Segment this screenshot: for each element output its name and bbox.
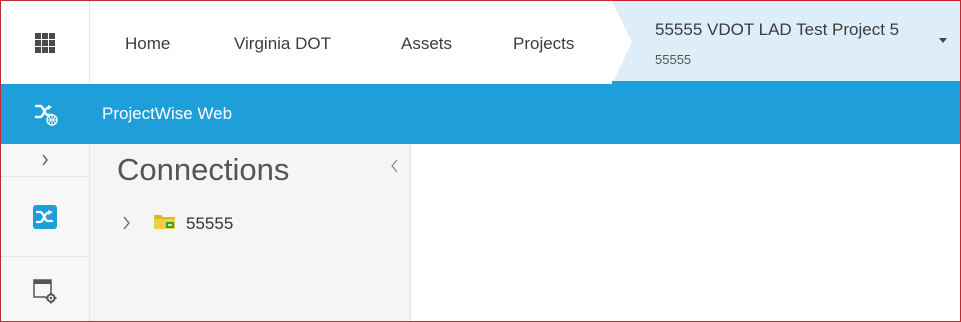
folder-icon xyxy=(154,215,175,229)
rail-window-settings[interactable] xyxy=(1,258,89,321)
apps-menu-button[interactable] xyxy=(1,1,90,84)
nav-home[interactable]: Home xyxy=(125,1,170,84)
breadcrumb-arrow xyxy=(612,1,632,84)
panel-title: Connections xyxy=(117,152,290,187)
left-rail xyxy=(1,144,90,321)
apps-grid-icon xyxy=(35,32,55,53)
panel-collapse-button[interactable] xyxy=(389,158,405,180)
projectwise-web-icon[interactable] xyxy=(1,84,90,144)
main-content xyxy=(411,144,960,321)
expand-chevron-icon[interactable] xyxy=(122,216,131,230)
connections-panel: Connections 55555 xyxy=(90,144,411,321)
rail-expand-button[interactable] xyxy=(1,144,89,177)
caret-down-icon xyxy=(939,38,947,43)
nav-projects[interactable]: Projects xyxy=(513,1,574,84)
tree-item-55555[interactable]: 55555 xyxy=(116,210,396,236)
tree-item-label: 55555 xyxy=(186,214,234,233)
nav-virginia-dot[interactable]: Virginia DOT xyxy=(234,1,331,84)
app-title: ProjectWise Web xyxy=(102,104,233,123)
active-project-subtitle: 55555 xyxy=(655,52,692,67)
top-navigation: Home Virginia DOT Assets Projects 55555 … xyxy=(1,1,960,84)
projectwise-icon xyxy=(33,204,57,229)
window-settings-icon xyxy=(33,278,57,303)
active-project-title: 55555 VDOT LAD Test Project 5 xyxy=(655,20,900,39)
app-bar: ProjectWise Web xyxy=(1,84,960,144)
active-project-dropdown[interactable]: 55555 VDOT LAD Test Project 5 55555 xyxy=(612,1,960,84)
nav-assets[interactable]: Assets xyxy=(401,1,452,84)
app-frame: Home Virginia DOT Assets Projects 55555 … xyxy=(0,0,961,322)
rail-projectwise[interactable] xyxy=(1,177,89,257)
chevron-right-icon xyxy=(42,154,48,166)
chevron-left-icon xyxy=(391,159,398,173)
